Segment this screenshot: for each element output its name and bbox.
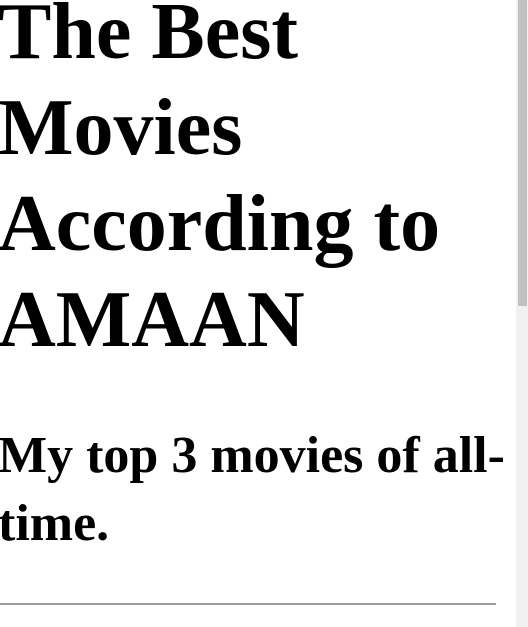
page-title: The Best Movies According to AMAAN: [0, 0, 441, 364]
scrollbar-thumb[interactable]: [518, 0, 527, 306]
page-content: The Best Movies According to AMAAN My to…: [0, 0, 512, 627]
vertical-scrollbar[interactable]: [516, 0, 528, 627]
browser-viewport: The Best Movies According to AMAAN My to…: [0, 0, 528, 627]
section-divider: [0, 603, 496, 605]
page-subtitle: My top 3 movies of all-time.: [0, 427, 505, 552]
